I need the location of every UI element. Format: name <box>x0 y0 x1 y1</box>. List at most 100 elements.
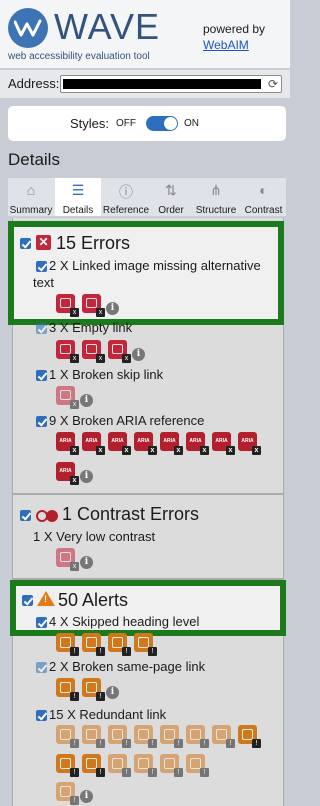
item-label: 2 X Broken same-page link <box>49 659 206 674</box>
tab-summary[interactable]: ⌂ Summary <box>8 178 54 216</box>
contrast-title: 1 Contrast Errors <box>62 504 200 524</box>
info-icon[interactable]: i <box>106 302 119 315</box>
styles-toggle[interactable] <box>146 116 178 131</box>
styles-label: Styles: <box>70 116 110 131</box>
home-icon: ⌂ <box>26 182 36 198</box>
tab-label: Summary <box>9 205 53 216</box>
logo-subtitle: web accessibility evaluation tool <box>8 51 150 62</box>
reload-icon[interactable]: ⟳ <box>268 78 278 90</box>
info-icon[interactable]: i <box>80 470 93 483</box>
info-icon[interactable]: i <box>80 394 93 407</box>
errors-title: 15 Errors <box>56 233 131 253</box>
redundant-link-icon[interactable]: ! <box>186 725 209 748</box>
errors-checkbox[interactable] <box>20 238 31 249</box>
redundant-link-icon[interactable]: ! <box>56 754 79 777</box>
redundant-link-icon[interactable]: ! <box>134 725 157 748</box>
aria-icon-text: ARIA <box>59 438 72 444</box>
tab-structure[interactable]: ⋔ Structure <box>191 178 241 216</box>
broken-aria-icon[interactable]: ARIA x <box>238 432 261 455</box>
address-input[interactable]: ⟳ <box>60 75 282 93</box>
styles-off-label: OFF <box>116 118 136 129</box>
alert-category-icon: ! <box>37 591 55 606</box>
item-checkbox[interactable] <box>36 323 47 334</box>
item-checkbox[interactable] <box>36 261 47 272</box>
aria-icon-text: ARIA <box>215 438 228 444</box>
broken-aria-icon[interactable]: ARIA x <box>56 432 79 455</box>
header: WAVE web accessibility evaluation tool p… <box>0 0 290 68</box>
tab-contrast[interactable]: ◐ Contrast <box>241 178 286 216</box>
section-divider <box>12 493 284 495</box>
redundant-link-icon[interactable]: ! <box>134 754 157 777</box>
toggle-knob <box>164 117 177 130</box>
skipped-heading-icon[interactable]: ! <box>134 633 157 656</box>
logo-text: WAVE <box>54 6 161 47</box>
broken-aria-icon[interactable]: ARIA x <box>186 432 209 455</box>
redundant-link-icon[interactable]: ! <box>56 725 79 748</box>
info-icon[interactable]: i <box>132 348 145 361</box>
item-checkbox[interactable] <box>36 416 47 427</box>
tab-label: Details <box>62 205 94 216</box>
item-checkbox[interactable] <box>36 370 47 381</box>
redundant-link-icon[interactable]: ! <box>186 754 209 777</box>
skipped-heading-icon[interactable]: ! <box>82 633 105 656</box>
empty-link-icon[interactable]: x <box>82 340 105 363</box>
powered-by-label: powered by <box>203 22 266 36</box>
aria-icon-text: ARIA <box>189 438 202 444</box>
item-label: 9 X Broken ARIA reference <box>49 413 205 428</box>
empty-link-icon[interactable]: x <box>56 340 79 363</box>
broken-aria-icon[interactable]: ARIA x <box>134 432 157 455</box>
skipped-heading-icon[interactable]: ! <box>56 633 79 656</box>
address-redaction <box>63 79 261 89</box>
broken-aria-icon[interactable]: ARIA x <box>56 462 79 485</box>
broken-aria-icon[interactable]: ARIA x <box>108 432 131 455</box>
empty-link-icon[interactable]: x <box>108 340 131 363</box>
redundant-link-icon[interactable]: ! <box>56 782 79 805</box>
styles-toggle-box: Styles: OFF ON <box>8 106 286 141</box>
linked-image-alt-icon[interactable]: x <box>56 294 79 317</box>
aria-icon-text: ARIA <box>241 438 254 444</box>
contrast-checkbox[interactable] <box>20 510 31 521</box>
aria-icon-text: ARIA <box>163 438 176 444</box>
very-low-contrast-icon[interactable]: x <box>56 548 79 571</box>
structure-icon: ⋔ <box>210 182 222 198</box>
redundant-link-icon[interactable]: ! <box>238 725 261 748</box>
info-icon[interactable]: i <box>106 686 119 699</box>
tab-details[interactable]: ☰ Details <box>55 178 101 216</box>
linked-image-alt-icon[interactable]: x <box>82 294 105 317</box>
address-bar: Address: ⟳ <box>0 70 290 98</box>
broken-same-page-link-icon[interactable]: ! <box>82 678 105 701</box>
redundant-link-icon[interactable]: ! <box>108 725 131 748</box>
tab-bar: ⌂ Summary ☰ Details ⓘ Reference ⇅ Order … <box>8 178 286 216</box>
redundant-link-icon[interactable]: ! <box>160 725 183 748</box>
redundant-link-icon[interactable]: ! <box>212 725 235 748</box>
broken-aria-icon[interactable]: ARIA x <box>82 432 105 455</box>
alerts-title: 50 Alerts <box>58 590 129 610</box>
tab-label: Reference <box>102 205 150 216</box>
broken-aria-icon[interactable]: ARIA x <box>212 432 235 455</box>
redundant-link-icon[interactable]: ! <box>82 754 105 777</box>
skipped-heading-icon[interactable]: ! <box>108 633 131 656</box>
alerts-checkbox[interactable] <box>22 595 33 606</box>
aria-icon-text: ARIA <box>111 438 124 444</box>
aria-icon-text: ARIA <box>59 468 72 474</box>
tab-reference[interactable]: ⓘ Reference <box>101 178 151 216</box>
list-icon: ☰ <box>71 182 85 198</box>
webaim-link[interactable]: WebAIM <box>203 38 249 52</box>
redundant-link-icon[interactable]: ! <box>160 754 183 777</box>
item-checkbox[interactable] <box>36 710 47 721</box>
info-icon[interactable]: i <box>80 556 93 569</box>
redundant-link-icon[interactable]: ! <box>108 754 131 777</box>
broken-aria-icon[interactable]: ARIA x <box>160 432 183 455</box>
contrast-category-icon <box>36 510 60 524</box>
broken-skip-link-icon[interactable]: x <box>56 386 79 409</box>
item-checkbox[interactable] <box>36 662 47 673</box>
address-label: Address: <box>8 76 60 91</box>
aria-icon-text: ARIA <box>85 438 98 444</box>
item-checkbox[interactable] <box>36 617 47 628</box>
info-icon[interactable]: i <box>80 790 93 803</box>
tab-order[interactable]: ⇅ Order <box>151 178 191 216</box>
broken-same-page-link-icon[interactable]: ! <box>56 678 79 701</box>
redundant-link-icon[interactable]: ! <box>82 725 105 748</box>
details-heading: Details <box>8 150 60 169</box>
tab-label: Structure <box>195 205 237 216</box>
